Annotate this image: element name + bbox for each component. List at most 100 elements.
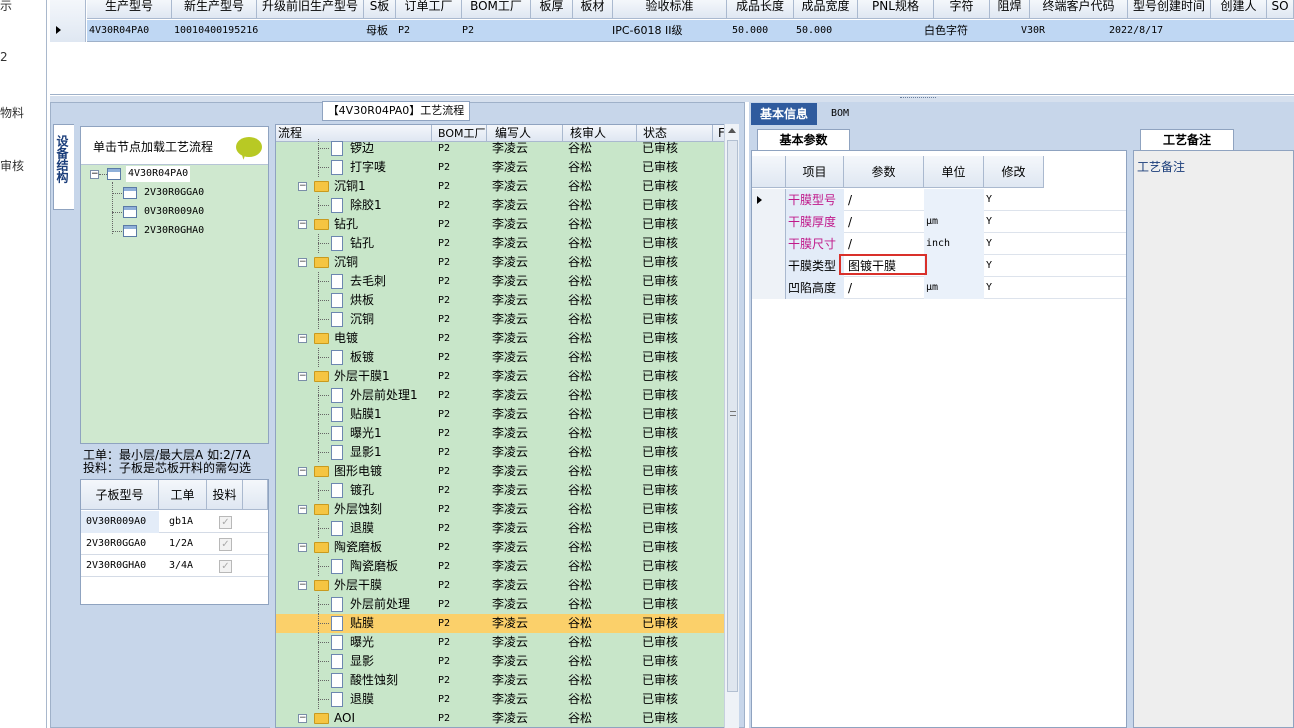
feed-checkbox[interactable]: ✓	[219, 516, 232, 529]
tab-bom[interactable]: BOM	[820, 103, 860, 125]
process-notes-panel[interactable]	[1133, 150, 1294, 728]
table-row[interactable]: 除胶1 P2 李凌云 谷松 已审核	[276, 196, 725, 215]
col-header[interactable]: 型号创建时间	[1128, 0, 1211, 19]
col-header[interactable]: 成品长度	[727, 0, 794, 19]
table-row[interactable]: 曝光1 P2 李凌云 谷松 已审核	[276, 424, 725, 443]
collapse-icon[interactable]: −	[298, 467, 307, 476]
table-row[interactable]: 烘板 P2 李凌云 谷松 已审核	[276, 291, 725, 310]
table-row[interactable]: 贴膜1 P2 李凌云 谷松 已审核	[276, 405, 725, 424]
table-row[interactable]: 锣边 P2 李凌云 谷松 已审核	[276, 139, 725, 158]
table-row[interactable]: − 陶瓷磨板 P2 李凌云 谷松 已审核	[276, 538, 725, 557]
cell-param-value[interactable]: /	[846, 277, 924, 299]
col-header[interactable]: 板厚	[531, 0, 573, 19]
table-row[interactable]: − 图形电镀 P2 李凌云 谷松 已审核	[276, 462, 725, 481]
col-header[interactable]: 子板型号	[81, 480, 159, 510]
cell-status: 已审核	[642, 141, 679, 155]
cell-param-value[interactable]: /	[846, 189, 924, 211]
col-header[interactable]: 生产型号	[87, 0, 172, 19]
table-row[interactable]: 退膜 P2 李凌云 谷松 已审核	[276, 690, 725, 709]
col-header[interactable]: 工单	[159, 480, 207, 510]
collapse-icon[interactable]: −	[298, 581, 307, 590]
table-row[interactable]: 贴膜 P2 李凌云 谷松 已审核	[276, 614, 725, 633]
table-row[interactable]: 钻孔 P2 李凌云 谷松 已审核	[276, 234, 725, 253]
col-header[interactable]: 终端客户代码	[1030, 0, 1128, 19]
tab-process-notes[interactable]: 工艺备注	[1140, 129, 1234, 151]
col-header[interactable]: 投料	[207, 480, 243, 510]
tab-basic-info[interactable]: 基本信息	[751, 103, 817, 125]
splitter-grip-icon[interactable]	[900, 97, 936, 100]
col-header[interactable]: SO	[1267, 0, 1294, 19]
col-header[interactable]: 新生产型号	[172, 0, 257, 19]
collapse-icon[interactable]: −	[90, 170, 99, 179]
col-header[interactable]: 成品宽度	[794, 0, 858, 19]
col-header[interactable]: S板	[364, 0, 396, 19]
tree-node[interactable]: 2V30R0GHA0	[144, 223, 204, 239]
scroll-thumb[interactable]	[727, 140, 738, 692]
table-row[interactable]: 显影1 P2 李凌云 谷松 已审核	[276, 443, 725, 462]
collapse-icon[interactable]: −	[298, 372, 307, 381]
col-header[interactable]: BOM工厂	[462, 0, 531, 19]
table-row[interactable]: − 钻孔 P2 李凌云 谷松 已审核	[276, 215, 725, 234]
table-row[interactable]: − 电镀 P2 李凌云 谷松 已审核	[276, 329, 725, 348]
table-row[interactable]: 干膜厚度 / μm Y	[752, 211, 1126, 233]
table-row[interactable]: 酸性蚀刻 P2 李凌云 谷松 已审核	[276, 671, 725, 690]
collapse-icon[interactable]: −	[298, 543, 307, 552]
col-header[interactable]: 验收标准	[613, 0, 727, 19]
table-row[interactable]: 凹陷高度 / μm Y	[752, 277, 1126, 299]
tree-line	[318, 281, 329, 282]
col-header[interactable]: PNL规格	[858, 0, 934, 19]
collapse-icon[interactable]: −	[298, 182, 307, 191]
table-row[interactable]: 曝光 P2 李凌云 谷松 已审核	[276, 633, 725, 652]
col-header[interactable]: 阻焊	[990, 0, 1030, 19]
table-row[interactable]: 打字唛 P2 李凌云 谷松 已审核	[276, 158, 725, 177]
col-header[interactable]: 订单工厂	[396, 0, 462, 19]
table-row[interactable]: 显影 P2 李凌云 谷松 已审核	[276, 652, 725, 671]
tab-basic-params[interactable]: 基本参数	[757, 129, 850, 151]
tree-node[interactable]: 0V30R009A0	[144, 204, 204, 220]
left-nav-item[interactable]: 审核	[0, 157, 24, 174]
scroll-up-icon[interactable]	[728, 128, 736, 133]
table-row[interactable]: 陶瓷磨板 P2 李凌云 谷松 已审核	[276, 557, 725, 576]
collapse-icon[interactable]: −	[298, 714, 307, 723]
col-header[interactable]: 修改	[984, 156, 1044, 188]
table-row[interactable]: − 外层干膜1 P2 李凌云 谷松 已审核	[276, 367, 725, 386]
col-header[interactable]: 参数	[844, 156, 924, 188]
collapse-icon[interactable]: −	[298, 334, 307, 343]
tree-node[interactable]: 2V30R0GGA0	[144, 185, 204, 201]
col-header[interactable]: 项目	[786, 156, 844, 188]
table-row[interactable]: 外层前处理 P2 李凌云 谷松 已审核	[276, 595, 725, 614]
table-row[interactable]: 外层前处理1 P2 李凌云 谷松 已审核	[276, 386, 725, 405]
vertical-scrollbar[interactable]	[724, 124, 739, 728]
feed-checkbox[interactable]: ✓	[219, 538, 232, 551]
col-header[interactable]: 板材	[573, 0, 613, 19]
table-row[interactable]: 板镀 P2 李凌云 谷松 已审核	[276, 348, 725, 367]
col-header[interactable]: 单位	[924, 156, 984, 188]
table-row[interactable]: − 外层蚀刻 P2 李凌云 谷松 已审核	[276, 500, 725, 519]
left-nav-item[interactable]: 物料	[0, 104, 24, 121]
cell-param-value[interactable]: /	[846, 233, 924, 255]
table-row[interactable]: − 外层干膜 P2 李凌云 谷松 已审核	[276, 576, 725, 595]
table-row[interactable]: − 沉铜1 P2 李凌云 谷松 已审核	[276, 177, 725, 196]
collapse-icon[interactable]: −	[298, 258, 307, 267]
table-row[interactable]: − 沉铜 P2 李凌云 谷松 已审核	[276, 253, 725, 272]
table-row[interactable]: 干膜类型 图镀干膜 Y	[752, 255, 1126, 277]
table-row[interactable]: 退膜 P2 李凌云 谷松 已审核	[276, 519, 725, 538]
col-header[interactable]: 创建人	[1211, 0, 1267, 19]
cell-param-value[interactable]: /	[846, 211, 924, 233]
table-row[interactable]: 去毛刺 P2 李凌云 谷松 已审核	[276, 272, 725, 291]
table-row[interactable]: 干膜尺寸 / inch Y	[752, 233, 1126, 255]
left-nav-item[interactable]: 2	[0, 50, 8, 64]
collapse-icon[interactable]: −	[298, 220, 307, 229]
table-row[interactable]: 沉铜 P2 李凌云 谷松 已审核	[276, 310, 725, 329]
table-row[interactable]: 干膜型号 / Y	[752, 189, 1126, 211]
table-row[interactable]: − AOI P2 李凌云 谷松 已审核	[276, 709, 725, 727]
highlight-box	[839, 254, 927, 275]
feed-checkbox[interactable]: ✓	[219, 560, 232, 573]
table-row[interactable]: 镀孔 P2 李凌云 谷松 已审核	[276, 481, 725, 500]
tree-node-root[interactable]: 4V30R04PA0	[126, 166, 191, 182]
tab-equipment-structure[interactable]: 设备结构	[53, 124, 74, 210]
left-nav-item[interactable]: 示	[0, 0, 12, 14]
collapse-icon[interactable]: −	[298, 505, 307, 514]
col-header[interactable]: 字符	[934, 0, 990, 19]
col-header[interactable]: 升级前旧生产型号	[257, 0, 364, 19]
